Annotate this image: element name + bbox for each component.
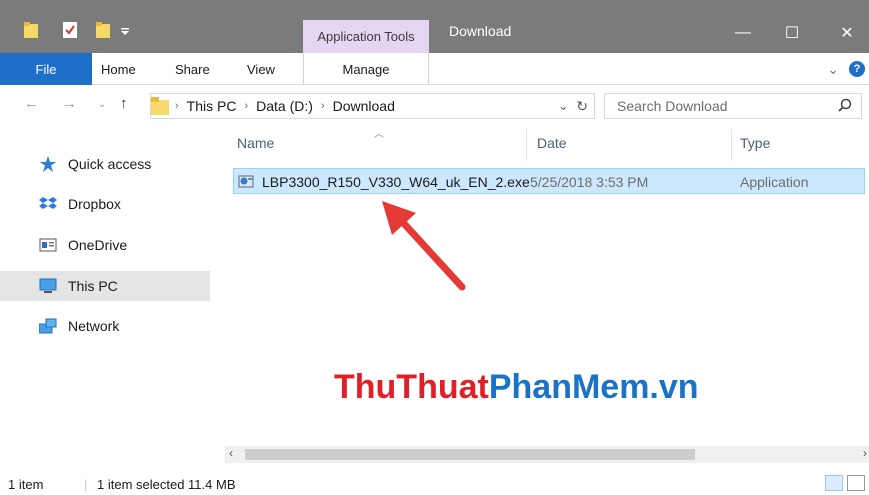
tab-share[interactable]: Share	[175, 53, 210, 85]
scroll-left-icon[interactable]: ‹	[229, 446, 233, 460]
column-divider[interactable]	[731, 129, 732, 161]
search-box[interactable]: Search Download	[604, 93, 862, 119]
sidebar-item-onedrive[interactable]: OneDrive	[0, 230, 210, 260]
application-tools-tab[interactable]: Application Tools	[303, 20, 429, 53]
computer-icon	[39, 278, 57, 293]
address-tools: ⌄ ↻	[558, 94, 588, 118]
search-placeholder: Search Download	[617, 98, 728, 114]
watermark-part2: PhanMem.vn	[488, 368, 699, 406]
scroll-right-icon[interactable]: ›	[863, 446, 867, 460]
properties-icon[interactable]	[63, 22, 77, 38]
column-header-type[interactable]: Type	[740, 135, 770, 151]
file-date: 5/25/2018 3:53 PM	[530, 174, 649, 190]
maximize-button[interactable]: ☐	[777, 18, 807, 48]
watermark-part1: ThuThuat	[334, 368, 489, 406]
sidebar-item-label: OneDrive	[68, 237, 128, 253]
dropbox-icon	[39, 197, 57, 209]
close-button[interactable]: ✕	[832, 18, 862, 48]
application-icon	[238, 175, 254, 188]
ribbon-controls: ⌄ ?	[827, 53, 869, 85]
refresh-icon[interactable]: ↻	[576, 98, 588, 115]
minimize-icon: —	[735, 24, 751, 41]
sidebar-item-dropbox[interactable]: Dropbox	[0, 189, 210, 219]
item-count: 1 item	[8, 477, 44, 492]
tab-home[interactable]: Home	[101, 53, 136, 85]
sidebar-item-label: This PC	[68, 278, 118, 294]
tab-manage[interactable]: Manage	[303, 53, 429, 85]
close-icon: ✕	[840, 25, 854, 42]
folder-icon[interactable]	[24, 22, 38, 38]
minimize-button[interactable]: —	[728, 18, 758, 48]
breadcrumb-download[interactable]: Download	[329, 98, 399, 114]
sidebar-item-label: Dropbox	[68, 196, 121, 212]
file-type: Application	[740, 174, 809, 190]
view-switcher	[825, 475, 865, 491]
folder-icon	[151, 97, 169, 115]
window-title: Download	[449, 23, 512, 39]
breadcrumb-data-drive[interactable]: Data (D:)	[252, 98, 317, 114]
large-icons-view-icon[interactable]	[847, 475, 865, 491]
column-header-date[interactable]: Date	[537, 135, 567, 151]
sidebar-item-quick-access[interactable]: Quick access	[0, 149, 210, 179]
breadcrumb-separator[interactable]: ›	[317, 100, 329, 112]
selection-info: 1 item selected 11.4 MB	[97, 477, 236, 492]
scrollbar-thumb[interactable]	[245, 449, 695, 460]
new-folder-icon[interactable]	[96, 22, 110, 38]
recent-locations-icon[interactable]: ⌄	[98, 99, 106, 110]
status-bar: 1 item | 1 item selected 11.4 MB	[0, 473, 869, 495]
forward-icon[interactable]: →	[62, 95, 77, 112]
tab-view[interactable]: View	[247, 53, 275, 85]
maximize-icon: ☐	[784, 25, 800, 42]
help-icon[interactable]: ?	[849, 61, 865, 77]
navigation-pane: Quick access Dropbox OneDrive This PC Ne…	[0, 125, 225, 455]
up-icon[interactable]: ↑	[120, 95, 128, 112]
sort-ascending-icon: ︿	[374, 129, 384, 140]
sidebar-item-this-pc[interactable]: This PC	[0, 271, 210, 301]
column-divider[interactable]	[526, 129, 527, 161]
address-dropdown-icon[interactable]: ⌄	[558, 99, 568, 113]
customize-qat-icon[interactable]	[120, 26, 130, 36]
expand-ribbon-icon[interactable]: ⌄	[827, 61, 839, 78]
status-divider: |	[84, 477, 88, 492]
horizontal-scrollbar[interactable]: ‹ ›	[225, 446, 869, 463]
sidebar-item-label: Network	[68, 318, 120, 334]
breadcrumb-separator[interactable]: ›	[171, 100, 183, 112]
title-bar: Application Tools Download — ☐ ✕	[0, 0, 869, 53]
network-icon	[39, 318, 57, 334]
navigation-bar: ← → ⌄ ↑ › This PC › Data (D:) › Download…	[0, 85, 869, 125]
onedrive-icon	[39, 238, 57, 252]
watermark-logo: ThuThuatPhanMem.vn	[334, 368, 699, 407]
address-bar[interactable]: › This PC › Data (D:) › Download ⌄ ↻	[150, 93, 595, 119]
sidebar-item-network[interactable]: Network	[0, 311, 210, 341]
star-icon	[40, 156, 56, 172]
file-name: LBP3300_R150_V330_W64_uk_EN_2.exe	[262, 174, 530, 190]
sidebar-item-label: Quick access	[68, 156, 152, 172]
table-row[interactable]: LBP3300_R150_V330_W64_uk_EN_2.exe 5/25/2…	[233, 168, 865, 194]
details-view-icon[interactable]	[825, 475, 843, 491]
breadcrumb-separator[interactable]: ›	[240, 100, 252, 112]
column-header-name[interactable]: Name	[237, 135, 274, 151]
search-icon[interactable]	[837, 98, 853, 114]
pointer-arrow	[382, 201, 466, 291]
breadcrumb-this-pc[interactable]: This PC	[183, 98, 241, 114]
back-icon[interactable]: ←	[24, 95, 39, 112]
ribbon-tabs: File Home Share View Manage ⌄ ?	[0, 53, 869, 85]
tab-file[interactable]: File	[0, 53, 92, 85]
